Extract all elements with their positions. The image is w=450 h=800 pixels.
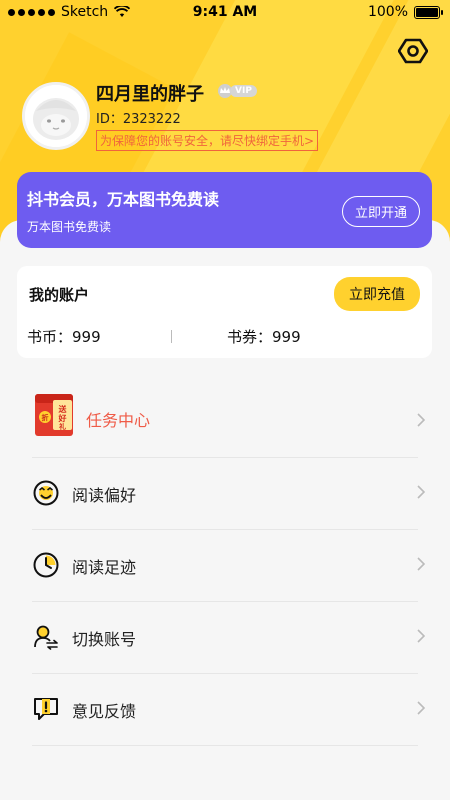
vip-label: VIP [230,85,257,97]
avatar[interactable] [22,82,90,150]
battery-percent: 100% [367,4,408,20]
ticket-balance: 书券：999 [227,328,301,346]
gift-envelope-icon: 送 好 礼 折 [35,394,73,436]
menu-item-task-center[interactable]: 送 好 礼 折 任务中心 [0,378,450,458]
menu-label: 意见反馈 [72,702,137,721]
status-bar: Sketch 9:41 AM 100% [0,0,450,26]
chevron-right-icon [417,485,426,499]
account-title: 我的账户 [29,286,90,304]
account-card: 我的账户 立即充值 书币：999 书券：999 [17,266,432,358]
settings-gear-icon[interactable] [398,36,428,66]
svg-text:送: 送 [58,404,68,414]
menu-label: 切换账号 [72,630,137,649]
avatar-image [25,85,87,147]
user-id: ID：2323222 [96,112,181,127]
vip-card-title: 抖书会员，万本图书免费读 [27,190,220,209]
vip-membership-card[interactable]: 抖书会员，万本图书免费读 万本图书免费读 立即开通 [17,172,432,248]
menu-label: 阅读偏好 [72,486,137,505]
chevron-right-icon [417,413,426,427]
menu-label: 阅读足迹 [72,558,137,577]
svg-text:好: 好 [58,413,67,423]
menu-item-switch-account[interactable]: 切换账号 [0,602,450,674]
svg-text:折: 折 [42,413,49,422]
chevron-right-icon [417,701,426,715]
username: 四月里的胖子 [96,84,204,105]
svg-text:礼: 礼 [59,422,66,431]
recharge-button[interactable]: 立即充值 [334,277,420,311]
vip-card-subtitle: 万本图书免费读 [27,220,112,234]
menu-list: 送 好 礼 折 任务中心 阅读偏好 阅读足迹 切换账号 意见反馈 [0,378,450,746]
menu-label: 任务中心 [86,411,151,430]
balance-divider [171,330,172,343]
smiley-icon [33,480,59,506]
feedback-icon [34,698,58,720]
bind-phone-link[interactable]: 为保障您的账号安全，请尽快绑定手机> [96,130,319,151]
vip-badge: VIP [216,83,257,99]
battery-icon [414,5,443,19]
menu-item-feedback[interactable]: 意见反馈 [0,674,450,746]
clock-icon [33,552,59,578]
open-vip-button[interactable]: 立即开通 [341,196,420,227]
coin-balance: 书币：999 [27,328,101,346]
chevron-right-icon [417,557,426,571]
chevron-right-icon [417,629,426,643]
menu-item-reading-history[interactable]: 阅读足迹 [0,530,450,602]
switch-user-icon [34,625,58,650]
menu-item-reading-preference[interactable]: 阅读偏好 [0,458,450,530]
